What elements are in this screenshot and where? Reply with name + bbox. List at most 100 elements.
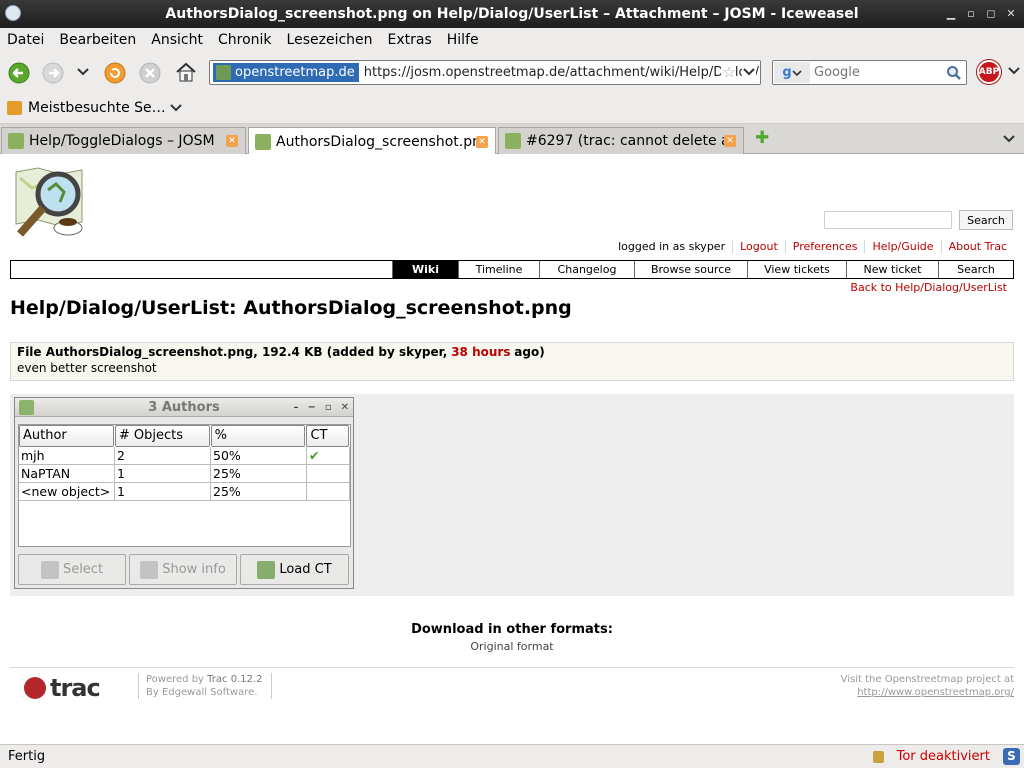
page-content: Search logged in as skyper Logout Prefer… [0,154,1024,744]
chevron-down-icon [1008,67,1020,75]
help-guide-link[interactable]: Help/Guide [864,240,940,253]
lock-icon[interactable] [873,751,884,763]
nav-search[interactable]: Search [938,261,1013,278]
trac-logo[interactable]: trac [24,673,124,703]
logout-link[interactable]: Logout [732,240,785,253]
search-bar[interactable]: g [772,60,967,85]
authors-dialog-screenshot[interactable]: 3 Authors – − ▫ ✕ Author # Objects % CT … [14,397,354,589]
menu-ansicht[interactable]: Ansicht [151,32,203,48]
tab-list-dropdown[interactable] [1002,132,1016,150]
cell-percent: 25% [211,465,307,483]
bookmarks-toolbar: Meistbesuchte Se… [0,92,1024,124]
tor-status[interactable]: Tor deaktiviert [897,749,990,764]
google-icon: g [782,65,792,80]
chevron-down-icon [1003,135,1015,143]
table-row: NaPTAN 1 25% [19,465,350,483]
adblock-dropdown[interactable] [1008,65,1020,81]
nav-timeline[interactable]: Timeline [458,261,539,278]
site-favicon-icon [216,65,231,80]
about-trac-link[interactable]: About Trac [940,240,1014,253]
trac-search-input[interactable] [824,211,952,229]
nav-view-tickets[interactable]: View tickets [747,261,846,278]
original-format-link[interactable]: Original format [0,640,1024,653]
column-header-ct: CT [306,425,349,447]
home-button[interactable] [174,61,198,83]
cell-ct [307,465,350,483]
osm-link[interactable]: http://www.openstreetmap.org/ [841,686,1014,699]
nav-changelog[interactable]: Changelog [539,261,634,278]
site-identity-label: openstreetmap.de [235,65,355,80]
dialog-buttons: Select Show info Load CT [18,554,351,585]
adblock-plus-icon[interactable]: ABP [977,60,1001,84]
url-dropdown[interactable] [742,63,756,83]
cell-author: <new object> [19,483,115,501]
trac-version-link[interactable]: Trac 0.12.2 [207,674,262,685]
main-navigation: Wiki Timeline Changelog Browse source Vi… [10,260,1014,279]
menu-chronik[interactable]: Chronik [218,32,272,48]
nav-new-ticket[interactable]: New ticket [846,261,938,278]
powered-prefix: Powered by [146,674,204,685]
maximize-icon[interactable]: ◻ [984,0,998,28]
trac-logo-text: trac [50,674,101,702]
tab-close-icon[interactable]: ✕ [476,135,488,148]
forward-button[interactable] [42,62,64,84]
attachment-info: File AuthorsDialog_screenshot.png, 192.4… [10,342,1014,381]
menu-hilfe[interactable]: Hilfe [447,32,479,48]
chevron-down-icon [792,69,802,76]
new-tab-plus-icon[interactable]: ✚ [755,128,769,148]
back-button[interactable] [8,62,30,84]
search-input[interactable] [814,65,944,80]
magnifier-icon[interactable] [946,65,962,81]
url-text[interactable]: https://josm.openstreetmap.de/attachment… [364,65,760,80]
cell-percent: 25% [211,483,307,501]
bookmark-star-icon[interactable]: ☆ [720,63,736,81]
menu-datei[interactable]: Datei [7,32,44,48]
close-icon[interactable]: ✕ [1004,0,1018,28]
select-label: Select [62,562,104,577]
tab-close-icon[interactable]: ✕ [226,135,238,147]
josm-logo-icon[interactable] [10,164,90,244]
site-identity[interactable]: openstreetmap.de [213,63,359,82]
tab-trac-ticket-6297[interactable]: #6297 (trac: cannot delete attachments) … [498,127,744,154]
table-row: <new object> 1 25% [19,483,350,501]
history-dropdown[interactable] [76,65,90,79]
authors-table: Author # Objects % CT mjh 2 50% ✔ NaPTAN… [18,424,351,547]
info-icon [140,560,159,579]
preferences-link[interactable]: Preferences [784,240,865,253]
tab-close-icon[interactable]: ✕ [724,135,736,147]
load-ct-icon [257,560,276,579]
nav-browse-source[interactable]: Browse source [634,261,747,278]
minimize-icon[interactable]: ▁ [944,0,958,28]
cell-author: mjh [19,447,115,465]
menu-extras[interactable]: Extras [388,32,432,48]
tab-authorsdialog-screenshot[interactable]: AuthorsDialog_screenshot.png ✕ [248,127,496,155]
reload-button[interactable] [104,62,126,84]
cell-objects: 2 [115,447,211,465]
load-ct-label: Load CT [279,562,332,577]
nav-wiki[interactable]: Wiki [392,261,458,278]
restore-icon[interactable]: ▫ [964,0,978,28]
dialog-collapse-icon: − [307,402,316,413]
status-bar: Fertig Tor deaktiviert S [0,744,1024,768]
cell-objects: 1 [115,483,211,501]
stop-icon [139,62,161,84]
tab-help-toggledialogs[interactable]: Help/ToggleDialogs – JOSM ✕ [1,127,246,154]
stop-button[interactable] [139,62,161,84]
page-title: Help/Dialog/UserList: AuthorsDialog_scre… [10,297,572,319]
menu-lesezeichen[interactable]: Lesezeichen [287,32,373,48]
url-bar[interactable]: openstreetmap.de https://josm.openstreet… [209,60,761,85]
show-info-label: Show info [162,562,226,577]
back-to-userlist-link[interactable]: Back to Help/Dialog/UserList [850,281,1007,294]
file-age-link[interactable]: 38 hours [451,345,510,359]
edgewall-link[interactable]: Edgewall Software. [162,687,257,698]
home-icon [176,62,196,82]
menu-bar: Datei Bearbeiten Ansicht Chronik Lesezei… [0,28,1024,52]
powered-by: Powered by Trac 0.12.2 By Edgewall Softw… [138,673,272,699]
search-engine-selector[interactable]: g [774,62,810,83]
trac-search-button[interactable]: Search [959,210,1013,230]
s-addon-icon[interactable]: S [1003,748,1020,765]
most-visited-bookmarks[interactable]: Meistbesuchte Se… [28,100,166,116]
tab-label: Help/ToggleDialogs – JOSM [29,133,215,149]
menu-bearbeiten[interactable]: Bearbeiten [59,32,136,48]
back-arrow-icon [8,62,30,84]
